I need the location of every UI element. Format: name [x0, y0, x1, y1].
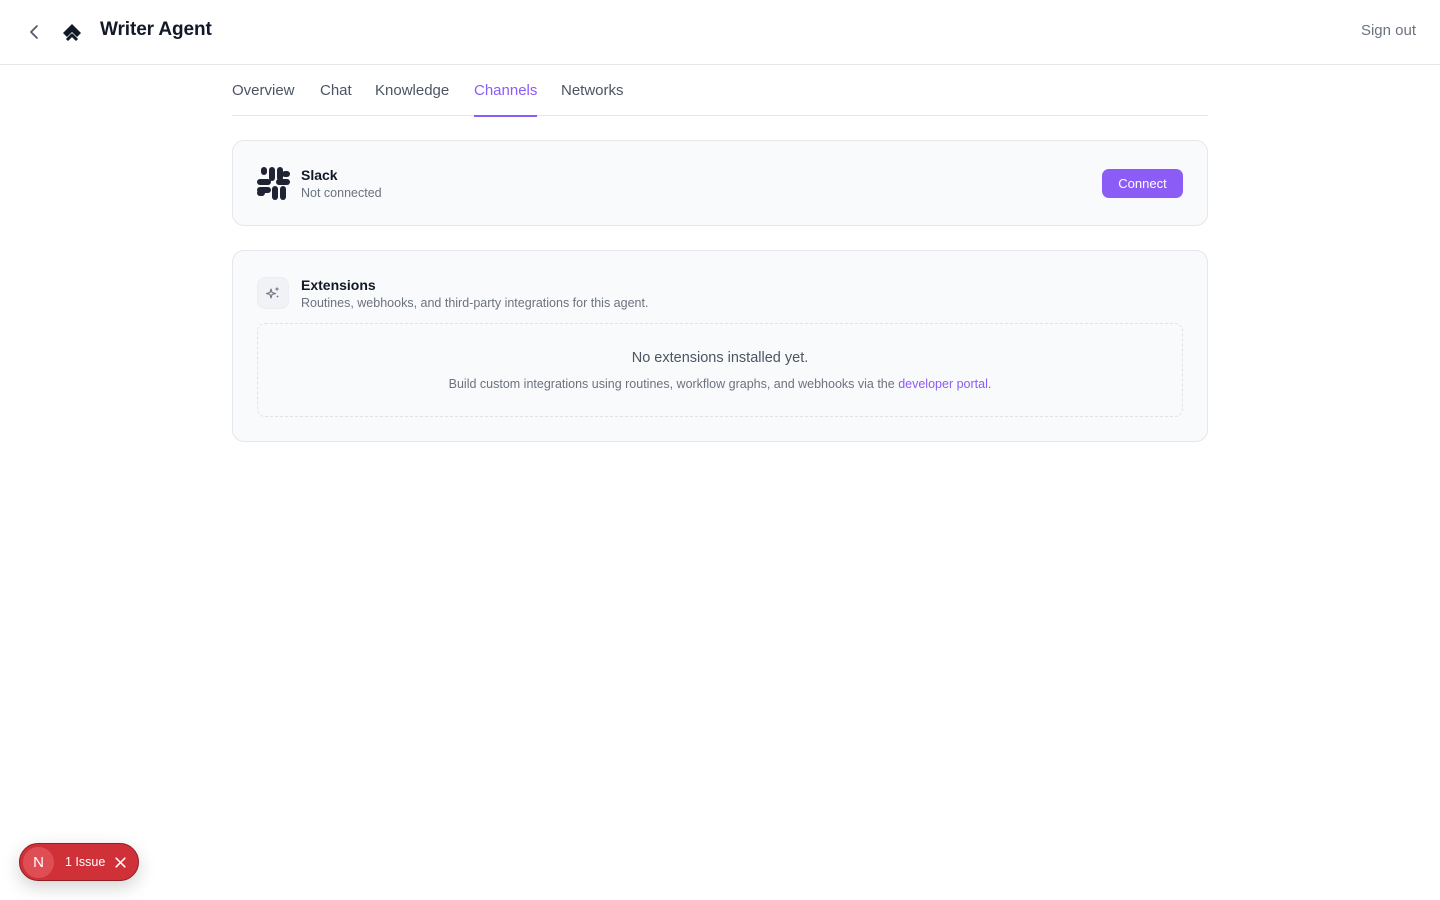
extensions-subtitle: Routines, webhooks, and third-party inte…: [301, 296, 649, 310]
tab-chat[interactable]: Chat: [320, 65, 352, 116]
empty-desc-suffix: .: [987, 377, 992, 391]
tab-networks[interactable]: Networks: [561, 65, 624, 116]
sparkles-icon: [265, 286, 280, 299]
tab-bar: Overview Chat Knowledge Channels Network…: [232, 65, 1208, 117]
issue-avatar: N: [23, 847, 54, 878]
tab-channels[interactable]: Channels: [474, 65, 538, 117]
brand-logo-icon: [63, 24, 81, 42]
connect-button[interactable]: Connect: [1102, 169, 1183, 198]
extensions-card: Extensions Routines, webhooks, and third…: [232, 250, 1208, 442]
close-icon[interactable]: [114, 856, 127, 869]
slack-channel-card: Slack Not connected Connect: [232, 140, 1208, 226]
slack-title: Slack: [301, 167, 338, 183]
slack-logo-icon: [257, 167, 290, 200]
extensions-empty-state: No extensions installed yet. Build custo…: [257, 323, 1183, 417]
extensions-icon-box: [257, 277, 289, 309]
top-header: Writer Agent Sign out: [0, 0, 1440, 65]
tab-overview[interactable]: Overview: [232, 65, 295, 116]
chevron-left-icon: [30, 25, 38, 39]
issue-count-label[interactable]: 1 Issue: [65, 855, 105, 869]
empty-state-description: Build custom integrations using routines…: [258, 377, 1182, 391]
developer-portal-link[interactable]: developer portal: [898, 377, 988, 391]
page-title: Writer Agent: [100, 19, 212, 40]
extensions-title: Extensions: [301, 277, 376, 293]
tab-knowledge[interactable]: Knowledge: [375, 65, 449, 116]
sign-out-link[interactable]: Sign out: [1361, 22, 1416, 39]
empty-state-title: No extensions installed yet.: [631, 350, 809, 366]
empty-desc-text: Build custom integrations using routines…: [448, 377, 899, 391]
back-button[interactable]: [24, 20, 44, 44]
issue-badge[interactable]: N 1 Issue: [19, 843, 139, 881]
slack-status: Not connected: [301, 186, 382, 200]
